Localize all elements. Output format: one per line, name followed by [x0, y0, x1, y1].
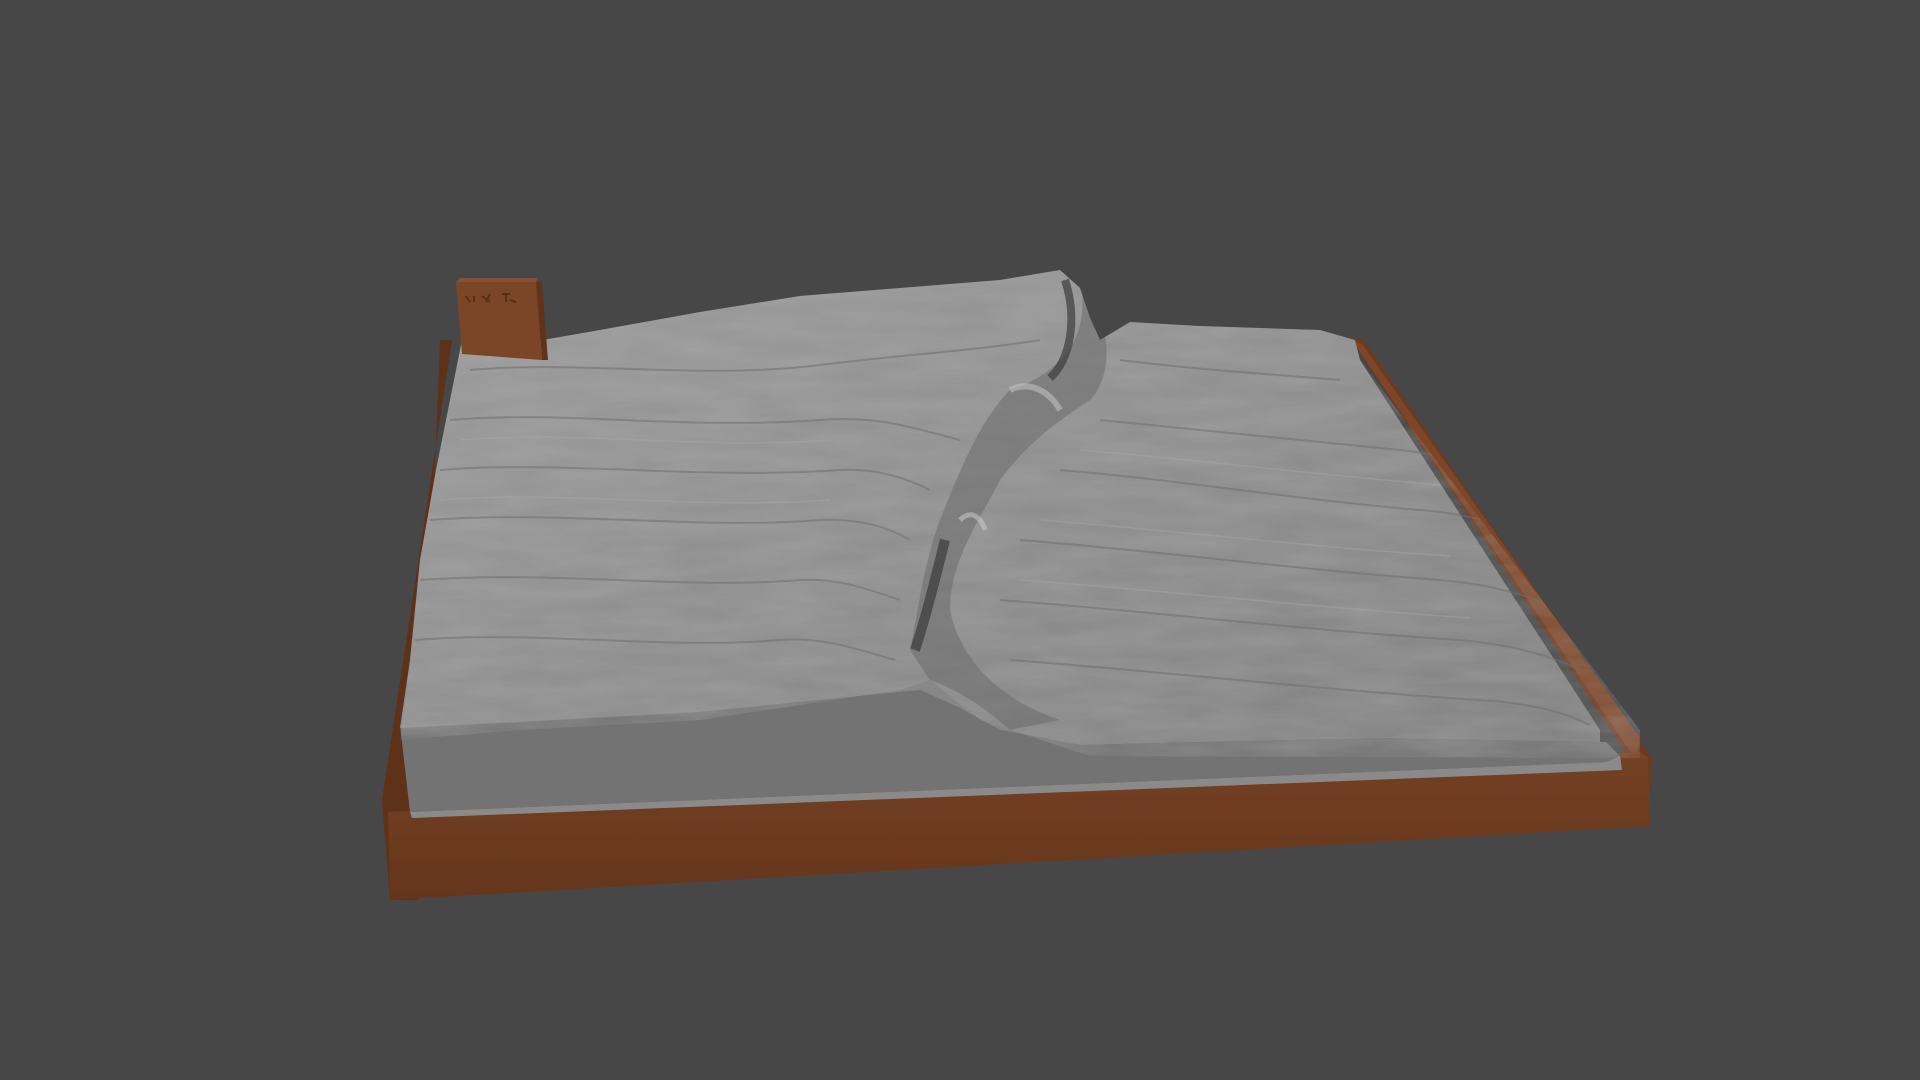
terrain-model-render — [382, 270, 1652, 900]
3d-viewport[interactable] — [0, 0, 1920, 1080]
label-block — [456, 278, 548, 360]
label-block-top — [456, 278, 538, 282]
label-block-front — [456, 282, 542, 360]
